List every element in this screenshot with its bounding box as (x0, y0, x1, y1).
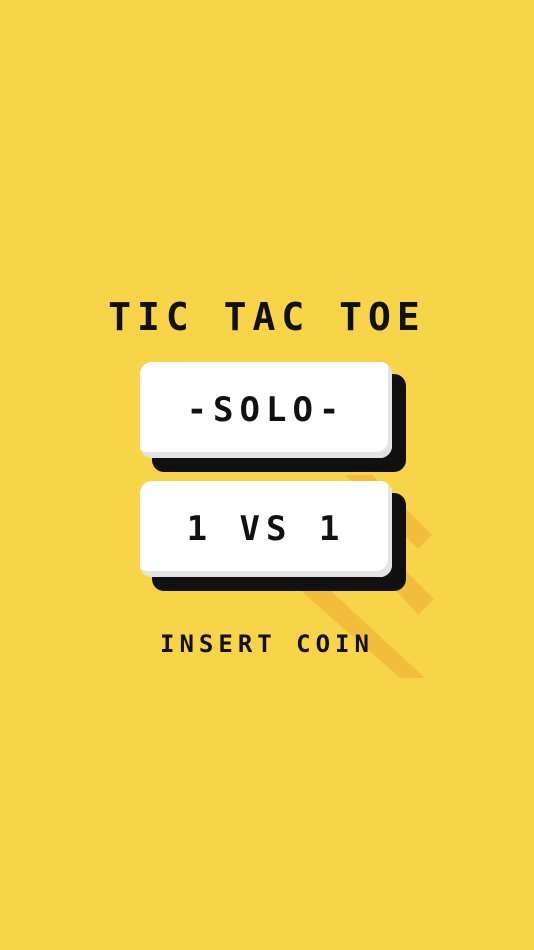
versus-button-wrapper: 1 VS 1 (140, 481, 408, 593)
game-title: TIC TAC TOE (108, 295, 426, 339)
solo-button[interactable]: -SOLO- (140, 362, 392, 458)
decorative-stripes (300, 475, 434, 678)
versus-button[interactable]: 1 VS 1 (140, 481, 392, 577)
solo-button-wrapper: -SOLO- (140, 362, 408, 474)
insert-coin-text: INSERT COIN (160, 630, 374, 658)
